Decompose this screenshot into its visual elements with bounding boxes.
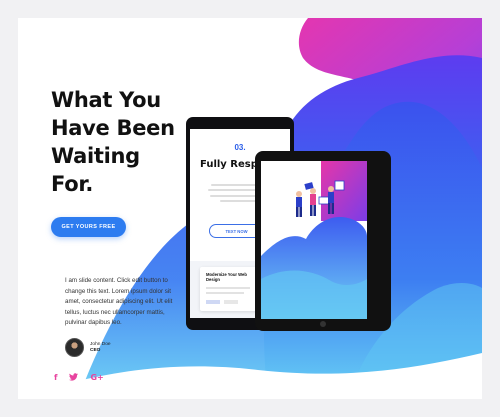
hero-heading-line-3: Waiting (51, 144, 140, 168)
team-illustration (261, 161, 367, 319)
hero-heading-line-1: What You (51, 88, 161, 112)
slide: What You Have Been Waiting For. GET YOUR… (18, 18, 482, 399)
social-links: f G+ (54, 373, 104, 384)
hero-heading: What You Have Been Waiting For. (51, 86, 191, 198)
tablet-mockup (255, 151, 391, 331)
google-plus-icon[interactable]: G+ (90, 373, 103, 384)
avatar (65, 338, 84, 357)
twitter-icon[interactable] (69, 373, 79, 384)
author-name: John Doe (90, 341, 111, 347)
author-block: John Doe CEO (65, 338, 111, 357)
author-role: CEO (90, 347, 101, 353)
modernize-card-title: Modernize Your Web Design (206, 272, 247, 282)
modernize-card: Modernize Your Web Design (200, 267, 262, 311)
slide-body-text: I am slide content. Click edit button to… (65, 277, 173, 327)
author-meta: John Doe CEO (90, 342, 111, 354)
tablet-screen (261, 161, 367, 319)
get-yours-free-button[interactable]: GET YOURS FREE (51, 217, 126, 237)
hero-heading-line-4: For. (51, 172, 94, 196)
tablet-home-button (320, 321, 326, 327)
hero-heading-line-2: Have Been (51, 116, 175, 140)
facebook-icon[interactable]: f (54, 373, 57, 384)
